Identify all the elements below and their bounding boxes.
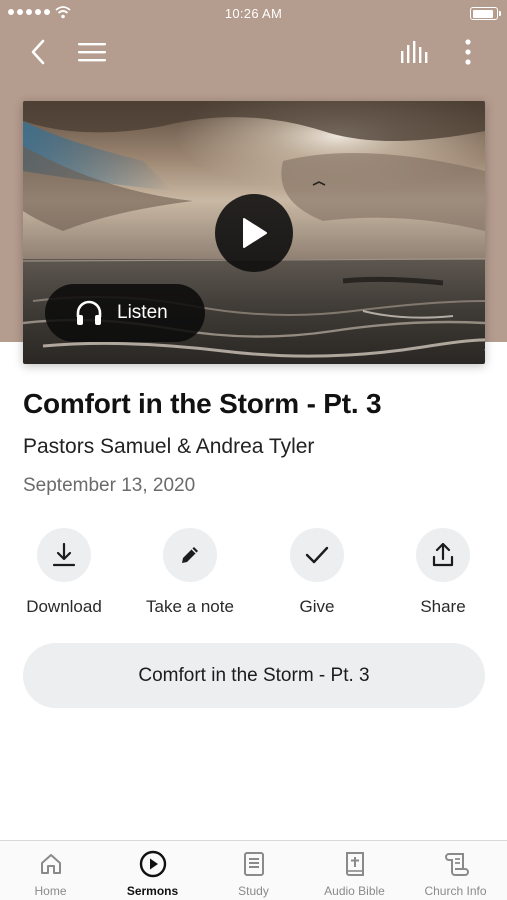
share-button[interactable]: Share [388,528,498,617]
bible-icon [345,852,364,876]
chevron-left-icon [31,39,45,65]
tab-home[interactable]: Home [0,841,101,900]
checkmark-icon [305,546,329,564]
tab-study[interactable]: Study [203,841,304,900]
download-label: Download [26,597,102,616]
tab-church-info[interactable]: Church Info [405,841,506,900]
audio-player-button[interactable] [396,34,434,70]
pencil-icon [182,547,198,563]
listen-button[interactable]: Listen [45,284,205,342]
tab-audio-bible-label: Audio Bible [324,884,385,898]
headphones-icon [76,300,102,325]
home-icon [40,854,61,874]
tab-study-label: Study [238,884,269,898]
download-button[interactable]: Download [9,528,119,617]
listen-label: Listen [117,302,168,323]
play-icon [243,218,267,248]
take-note-label: Take a note [146,597,234,616]
tab-church-info-label: Church Info [424,884,487,898]
play-button[interactable] [215,194,293,272]
tab-audio-bible[interactable]: Audio Bible [304,841,405,900]
sermon-speaker: Pastors Samuel & Andrea Tyler [23,435,315,458]
tab-sermons[interactable]: Sermons [102,841,203,900]
status-bar: 10:26 AM [0,0,507,28]
hamburger-menu-icon [78,43,106,62]
more-vertical-icon [465,39,471,65]
play-circle-icon [139,850,166,878]
menu-button[interactable] [74,34,110,70]
give-label: Give [299,597,335,616]
take-note-button[interactable]: Take a note [135,528,245,617]
give-button[interactable]: Give [262,528,372,617]
tab-home-label: Home [34,884,67,898]
study-icon [243,852,264,876]
tab-sermons-label: Sermons [126,884,179,898]
action-row: Download Take a note Give Share [0,528,507,620]
back-button[interactable] [22,34,54,70]
share-label: Share [420,597,466,616]
download-icon [53,543,75,567]
sermon-title: Comfort in the Storm - Pt. 3 [23,388,382,419]
battery-icon [470,7,501,20]
scroll-icon [444,853,469,876]
sermon-artwork: Listen [23,101,485,364]
more-options-button[interactable] [452,34,484,70]
share-icon [432,543,454,567]
audio-bars-icon [401,41,428,63]
sermon-date: September 13, 2020 [23,475,196,496]
bottom-tab-bar: Home Sermons Study Audio Bible Church In… [0,840,507,900]
status-time: 10:26 AM [224,6,283,21]
series-button[interactable]: Comfort in the Storm - Pt. 3 [23,643,485,708]
